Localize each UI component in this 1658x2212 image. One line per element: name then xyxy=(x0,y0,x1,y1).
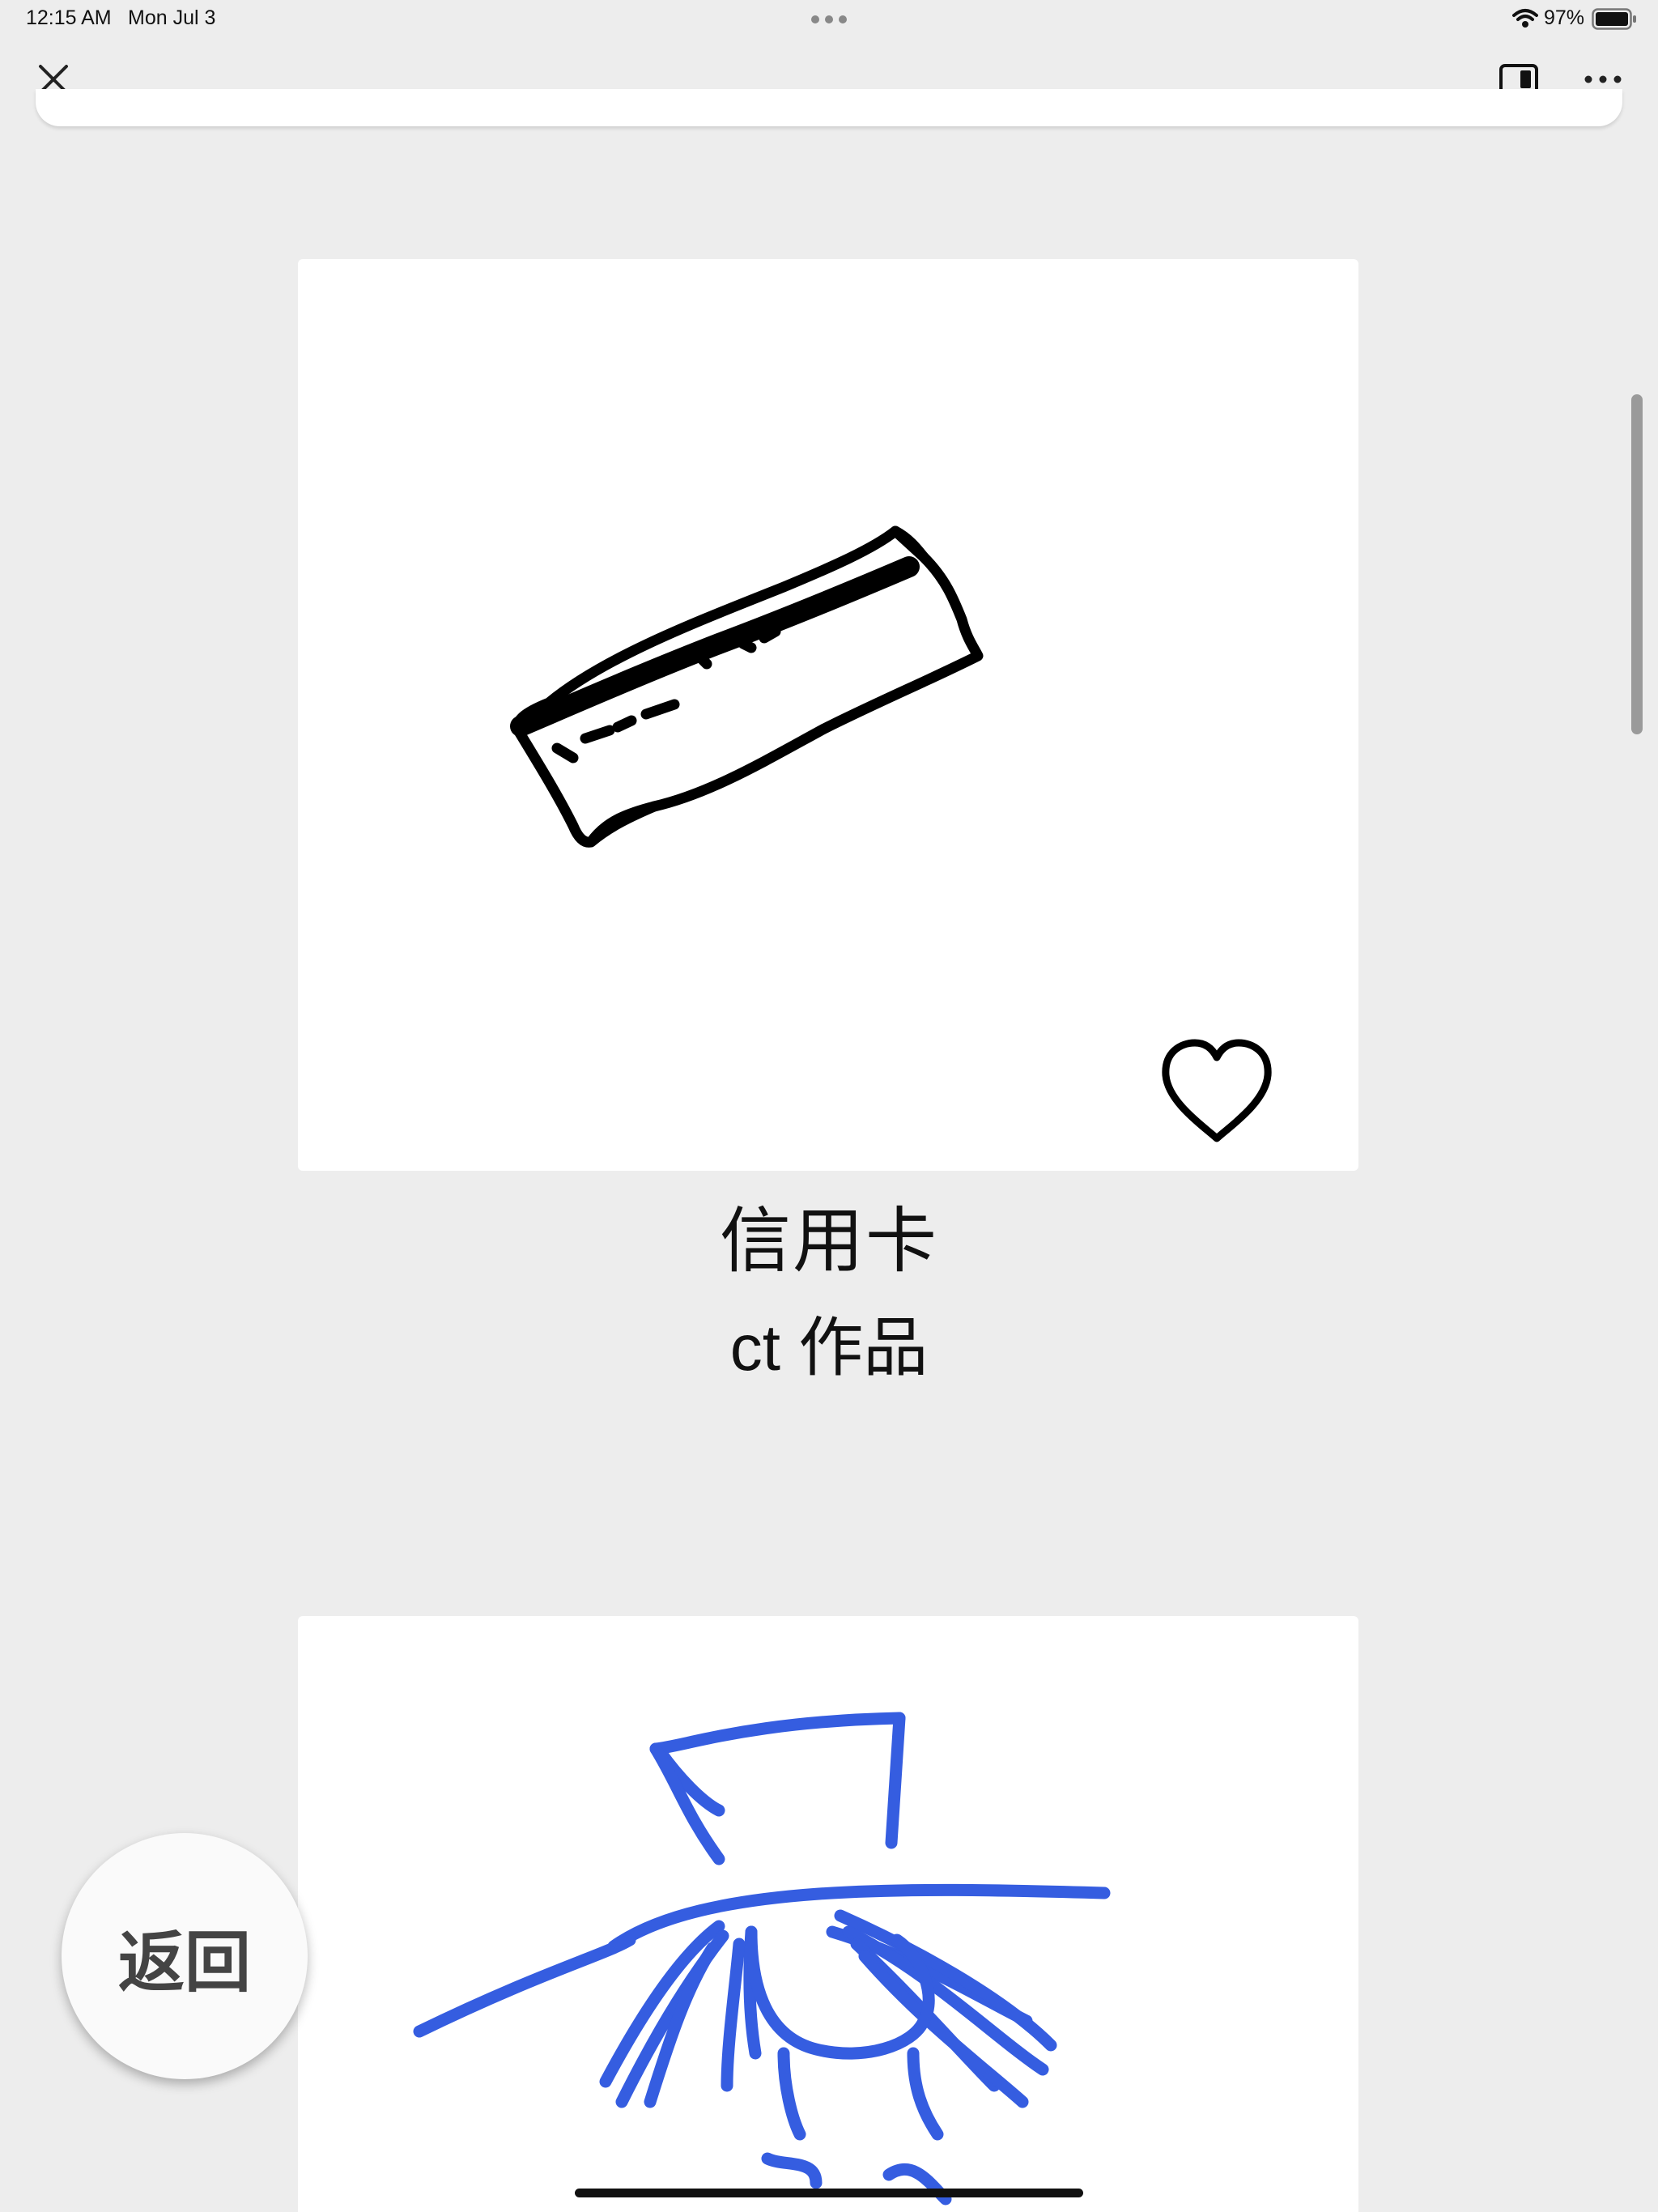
heart-icon xyxy=(1162,1039,1272,1142)
blue-figure-sketch xyxy=(413,1712,1111,2206)
status-bar: 12:15 AM Mon Jul 3 97% xyxy=(0,0,1658,39)
previous-card-edge xyxy=(36,89,1622,126)
wifi-icon xyxy=(1512,9,1538,28)
page: 12:15 AM Mon Jul 3 97% 信用卡 ct 作品 返回 xyxy=(0,0,1658,2212)
like-button[interactable] xyxy=(1156,1036,1278,1146)
artwork-card[interactable] xyxy=(298,259,1358,1171)
artwork-title: 信用卡 xyxy=(719,1201,938,1281)
status-time: 12:15 AM xyxy=(26,6,112,29)
ellipsis-icon xyxy=(1584,75,1622,83)
status-date: Mon Jul 3 xyxy=(128,6,216,29)
multitasking-dots-icon[interactable] xyxy=(810,12,848,27)
battery-percentage: 97% xyxy=(1544,6,1585,29)
back-button[interactable]: 返回 xyxy=(62,1833,308,2079)
back-button-label: 返回 xyxy=(117,1925,251,2000)
home-indicator[interactable] xyxy=(575,2189,1083,2197)
scrollbar[interactable] xyxy=(1631,394,1643,734)
artwork-card[interactable] xyxy=(298,1616,1358,2212)
battery-icon xyxy=(1592,8,1636,30)
artwork-author: ct 作品 xyxy=(729,1312,929,1384)
credit-card-sketch xyxy=(510,525,984,848)
